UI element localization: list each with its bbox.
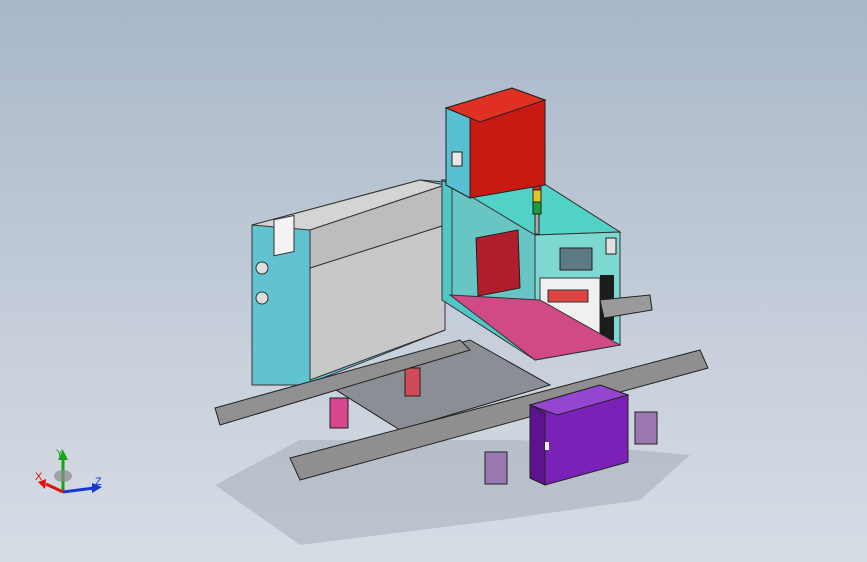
frame-cage: [440, 179, 622, 361]
x-axis-icon: [45, 482, 64, 494]
small-red-box: [475, 229, 521, 297]
cad-viewport[interactable]: Y X Z: [0, 0, 867, 562]
red-control-box: [444, 87, 547, 199]
z-axis-label: Z: [95, 476, 102, 488]
y-axis-label: Y: [56, 448, 64, 460]
coordinate-triad[interactable]: Y X Z: [28, 446, 118, 508]
z-axis-icon: [62, 486, 95, 494]
x-axis-label: X: [35, 471, 43, 483]
machine-model[interactable]: [0, 0, 867, 562]
